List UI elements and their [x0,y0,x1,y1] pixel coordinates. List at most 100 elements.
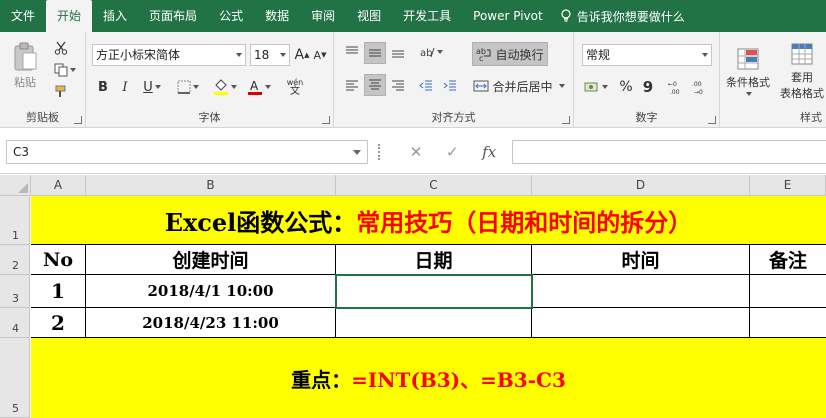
cell-d3[interactable] [532,275,750,308]
tell-me-search[interactable]: 告诉我你想要做什么 [560,8,685,25]
tab-data[interactable]: 数据 [254,0,300,32]
number-launcher-icon[interactable] [708,116,716,124]
font-launcher-icon[interactable] [322,116,330,124]
key-label-text: 重点： [291,367,352,392]
align-bottom-icon [392,50,404,58]
align-bottom-button[interactable] [388,42,408,62]
italic-button[interactable]: I [116,76,134,98]
enter-icon[interactable]: ✓ [446,143,459,161]
tab-home[interactable]: 开始 [46,0,93,32]
cut-button[interactable] [50,38,72,58]
tab-formulas[interactable]: 公式 [208,0,254,32]
increase-decimal-button[interactable]: ←0.00 [666,76,688,98]
copy-button[interactable] [50,60,80,80]
font-color-icon: A [248,79,262,95]
align-middle-button[interactable] [364,42,386,64]
header-cell-created[interactable]: 创建时间 [86,245,336,275]
increase-indent-button[interactable] [440,76,460,96]
wrap-text-button[interactable]: ab c 自动换行 [472,42,548,66]
formula-bar-splitter[interactable] [378,144,381,160]
row-header-3[interactable]: 3 [0,275,30,308]
fill-color-button[interactable] [210,76,240,98]
title-cell[interactable]: Excel函数公式： 常用技巧（日期和时间的拆分） [31,196,826,245]
key-point-cell[interactable]: 重点： =INT(B3)、=B3-C3 [31,338,826,418]
tab-power-pivot[interactable]: Power Pivot [462,0,554,32]
tab-developer[interactable]: 开发工具 [392,0,462,32]
cell-c4[interactable] [336,308,532,338]
bold-button[interactable]: B [94,76,112,98]
group-styles: 条件格式 套用 表格格式 样式 [720,32,826,128]
header-cell-note[interactable]: 备注 [750,245,826,275]
paste-button[interactable]: 粘贴 [8,40,42,92]
font-color-button[interactable]: A [244,76,274,98]
align-left-button[interactable] [342,76,362,96]
font-size-dropdown[interactable]: 18 [250,44,290,66]
row-header-1[interactable]: 1 [0,196,30,245]
percent-button[interactable]: % [616,76,636,98]
row-header-5[interactable]: 5 [0,338,30,418]
decrease-indent-button[interactable] [416,76,436,96]
number-format-value: 常规 [586,48,611,62]
grow-font-button[interactable]: A ▲ [294,46,310,64]
format-painter-button[interactable] [50,82,72,102]
tab-insert[interactable]: 插入 [92,0,138,32]
decrease-decimal-button[interactable]: .00 →0 [690,76,712,98]
cell-d4[interactable] [532,308,750,338]
brush-icon [55,85,66,97]
header-cell-date[interactable]: 日期 [336,245,532,275]
accounting-icon [584,82,598,92]
select-all-corner[interactable] [0,175,31,196]
cell-b3[interactable]: 2018/4/1 10:00 [86,275,336,308]
cell-a3[interactable]: 1 [31,275,86,308]
format-as-table-button[interactable]: 套用 表格格式 [776,38,826,104]
alignment-launcher-icon[interactable] [562,116,570,124]
merge-center-button[interactable]: 合并后居中 [470,74,568,98]
borders-icon [177,80,191,94]
header-cell-no[interactable]: No [31,245,86,275]
borders-button[interactable] [174,76,202,98]
accounting-format-button[interactable] [582,76,610,98]
column-header-b[interactable]: B [86,175,336,196]
comma-button[interactable]: 9 [638,76,658,98]
cell-e4[interactable] [750,308,826,338]
cell-e3[interactable] [750,275,826,308]
insert-function-button[interactable]: fx [482,143,496,161]
column-header-a[interactable]: A [31,175,86,196]
svg-text:←0: ←0 [668,81,677,88]
formula-input[interactable] [512,140,826,164]
lightbulb-icon [561,9,571,22]
header-cell-time[interactable]: 时间 [532,245,750,275]
cell-b4[interactable]: 2018/4/23 11:00 [86,308,336,338]
tab-file[interactable]: 文件 [0,0,46,32]
key-formula-text: =INT(B3)、=B3-C3 [351,367,566,392]
column-header-e[interactable]: E [750,175,826,196]
orientation-button[interactable]: ab [416,42,446,62]
conditional-formatting-button[interactable]: 条件格式 [722,38,774,104]
column-header-c[interactable]: C [336,175,532,196]
row-header-2[interactable]: 2 [0,245,30,275]
tab-review[interactable]: 审阅 [300,0,346,32]
number-format-dropdown[interactable]: 常规 [582,44,712,66]
font-name-dropdown[interactable]: 方正小标宋简体 [92,44,246,66]
svg-text:c: c [479,54,483,62]
align-top-button[interactable] [342,42,362,62]
shrink-font-button[interactable]: A ▼ [312,46,328,64]
tab-page-layout[interactable]: 页面布局 [138,0,208,32]
group-number: 常规 % 9 ←0.00 .00 →0 数字 [574,32,720,128]
merge-center-label: 合并后居中 [492,79,553,94]
align-center-button[interactable] [364,74,386,96]
clipboard-launcher-icon[interactable] [74,116,82,124]
align-right-button[interactable] [388,76,408,96]
paste-label: 粘贴 [14,76,36,89]
cancel-icon[interactable]: ✕ [410,143,423,161]
phonetic-button[interactable]: wén 文 [280,76,310,98]
column-header-d[interactable]: D [532,175,750,196]
cell-a4[interactable]: 2 [31,308,86,338]
row-header-4[interactable]: 4 [0,308,30,338]
name-box[interactable]: C3 [6,140,368,164]
cell-c3[interactable] [336,275,532,308]
underline-button[interactable]: U [138,76,166,98]
tab-view[interactable]: 视图 [346,0,392,32]
ribbon-tab-bar: 文件 开始 插入 页面布局 公式 数据 审阅 视图 开发工具 Power Piv… [0,0,826,32]
group-font: 方正小标宋简体 18 A ▲ A ▼ B I U A wén 文 字体 [86,32,334,128]
